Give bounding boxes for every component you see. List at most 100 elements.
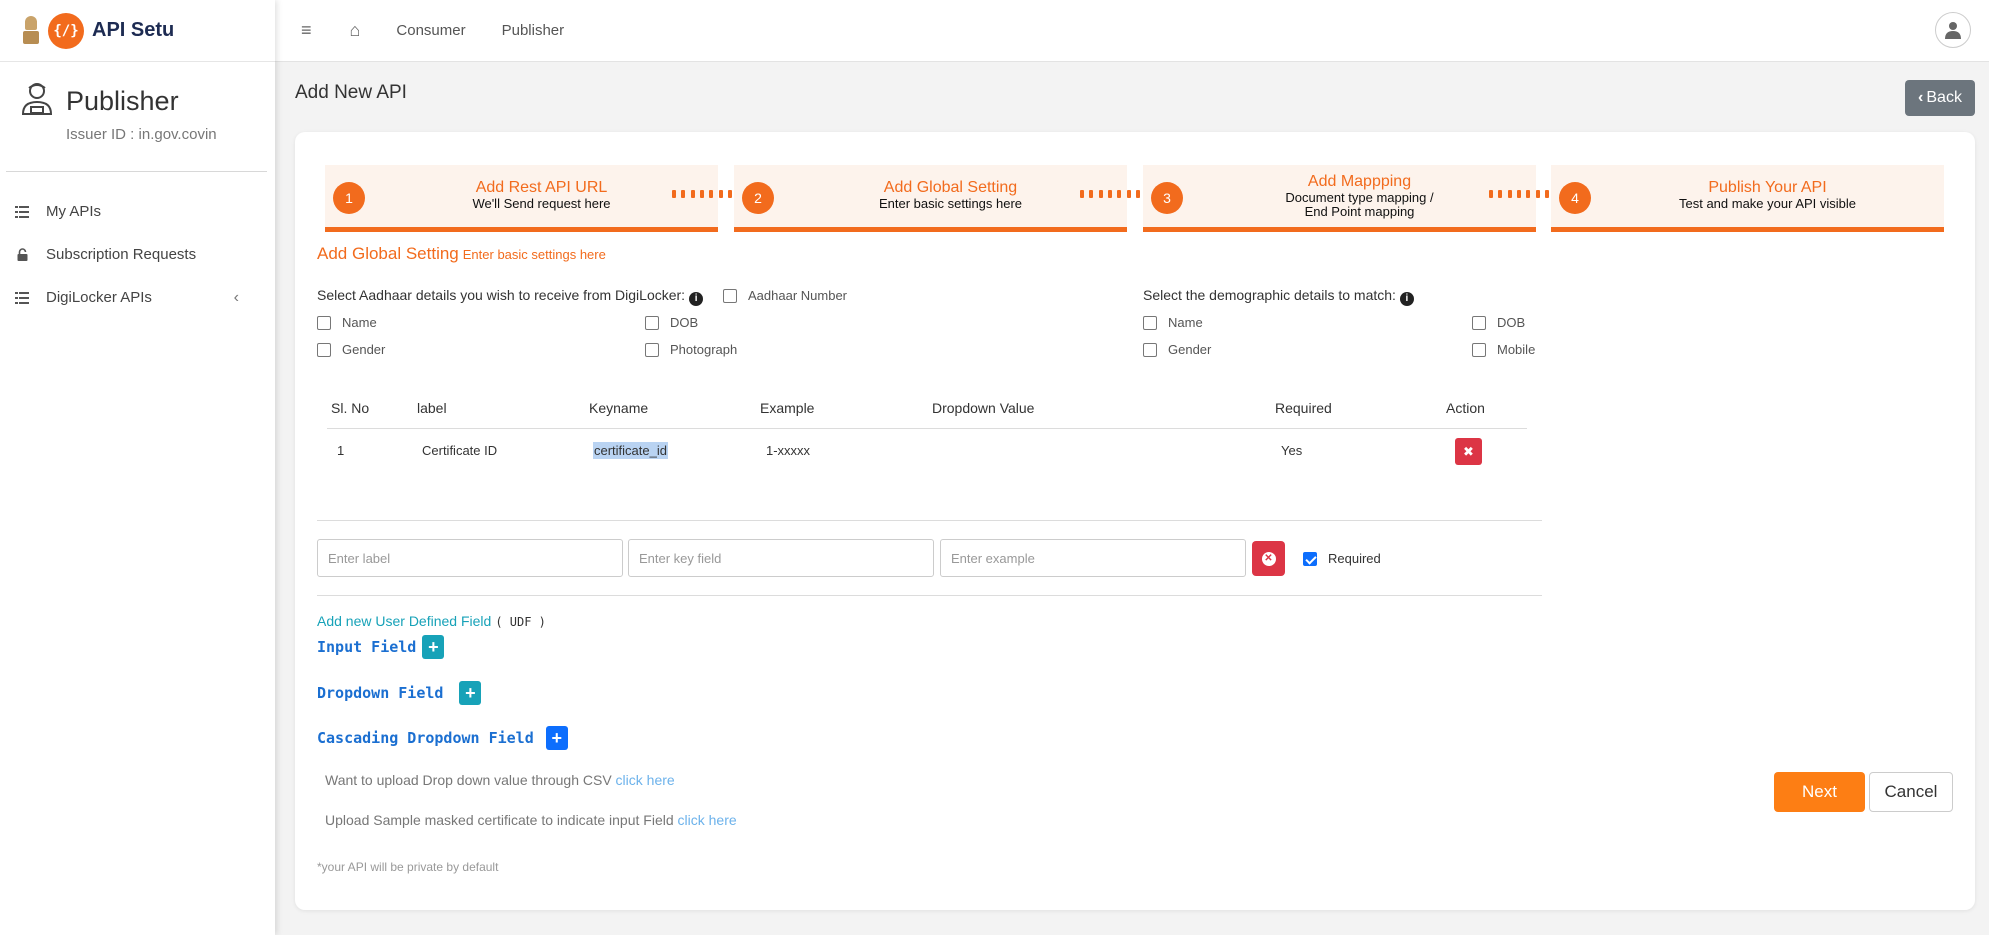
checkbox-box[interactable] — [317, 342, 331, 357]
step-number: 2 — [742, 182, 774, 214]
user-avatar-icon[interactable] — [1935, 12, 1971, 48]
sidebar-item-my-apis[interactable]: My APIs — [0, 190, 275, 233]
checkbox-box[interactable] — [317, 315, 331, 330]
step-4[interactable]: 4 Publish Your API Test and make your API… — [1551, 165, 1944, 232]
table-header-action: Action — [1446, 400, 1485, 416]
checkbox-demo-dob[interactable]: DOB — [1472, 315, 1525, 330]
menu-toggle-icon[interactable]: ≡ — [301, 20, 312, 41]
checkbox-aadhaar-name[interactable]: Name — [317, 315, 377, 330]
home-icon[interactable]: ⌂ — [350, 20, 361, 41]
sidebar: {/} API Setu Publisher Issuer ID : in.go… — [0, 0, 275, 935]
checkbox-box[interactable] — [723, 288, 737, 303]
table-header-keyname: Keyname — [589, 400, 649, 416]
checkbox-aadhaar-gender[interactable]: Gender — [317, 342, 385, 357]
add-input-field-button[interactable]: + — [422, 635, 445, 659]
demographic-label-text: Select the demographic details to match: — [1143, 287, 1396, 303]
input-field-row: Input Field + — [317, 635, 445, 659]
checkbox-aadhaar-photograph[interactable]: Photograph — [645, 342, 737, 357]
dropdown-field-row: Dropdown Field + — [317, 681, 482, 705]
checkbox-box[interactable] — [1472, 342, 1486, 357]
lock-icon — [14, 248, 30, 262]
info-icon: i — [689, 291, 704, 306]
csv-upload-note: Want to upload Drop down value through C… — [325, 772, 675, 788]
list-icon — [14, 291, 30, 305]
checkbox-box[interactable] — [645, 342, 659, 357]
step-1[interactable]: 1 Add Rest API URL We'll Send request her… — [325, 165, 718, 232]
checkbox-box[interactable] — [1472, 315, 1486, 330]
input-field-label: Input Field — [317, 638, 417, 656]
sample-upload-link[interactable]: click here — [678, 812, 737, 828]
required-checkbox[interactable]: Required — [1303, 551, 1381, 566]
key-field-input[interactable] — [628, 539, 934, 577]
table-cell-sl-no: 1 — [337, 443, 345, 458]
example-input[interactable] — [940, 539, 1246, 577]
demographic-details-label: Select the demographic details to match:… — [1143, 287, 1414, 306]
add-dropdown-field-button[interactable]: + — [459, 681, 482, 705]
api-setu-logo: {/} — [48, 12, 84, 49]
step-number: 4 — [1559, 182, 1591, 214]
cancel-button[interactable]: Cancel — [1869, 772, 1953, 812]
checkbox-label: DOB — [670, 315, 699, 330]
add-udf-link[interactable]: Add new User Defined Field( UDF ) — [317, 613, 546, 629]
checkbox-demo-name[interactable]: Name — [1143, 315, 1203, 330]
table-header-dropdown-value: Dropdown Value — [932, 400, 1035, 416]
csv-upload-text: Want to upload Drop down value through C… — [325, 772, 612, 788]
label-input[interactable] — [317, 539, 623, 577]
sidebar-nav: My APIs Subscription Requests DigiLocker… — [0, 172, 275, 319]
step-3[interactable]: 3 Add Mappping Document type mapping / End… — [1143, 165, 1536, 232]
checkbox-box[interactable] — [1143, 342, 1157, 357]
user-profile-icon — [21, 83, 53, 115]
step-connector — [672, 190, 732, 198]
chevron-left-icon[interactable]: ‹ — [234, 289, 239, 307]
checkbox-demo-mobile[interactable]: Mobile — [1472, 342, 1535, 357]
list-icon — [14, 205, 30, 219]
issuer-id: Issuer ID : in.gov.covin — [66, 126, 217, 143]
step-title: Add Mappping — [1307, 173, 1412, 190]
delete-row-button[interactable]: ✖ — [1455, 438, 1482, 465]
table-cell-example: 1-xxxxx — [766, 443, 811, 458]
required-label: Required — [1328, 551, 1381, 566]
csv-upload-link[interactable]: click here — [616, 772, 675, 788]
step-connector — [1080, 190, 1140, 198]
checkbox-box[interactable] — [1303, 551, 1317, 566]
checkbox-aadhaar-dob[interactable]: DOB — [645, 315, 698, 330]
sidebar-item-label: Subscription Requests — [46, 246, 197, 263]
brand[interactable]: {/} API Setu — [0, 0, 275, 62]
nav-link-consumer[interactable]: Consumer — [396, 22, 465, 39]
profile-section: Publisher Issuer ID : in.gov.covin — [6, 62, 267, 172]
section-title-text: Add Global Setting — [317, 244, 459, 263]
close-circle-icon: ✕ — [1261, 551, 1276, 566]
add-udf-text: Add new User Defined Field — [317, 613, 492, 629]
section-title: Add Global Setting Enter basic settings h… — [317, 244, 606, 264]
sidebar-item-label: My APIs — [46, 203, 102, 220]
top-navbar: ≡ ⌂ Consumer Publisher — [275, 0, 1989, 62]
checkbox-label: Gender — [342, 342, 386, 357]
checkbox-aadhaar-number[interactable]: Aadhaar Number — [723, 288, 847, 303]
step-subtitle-2: End Point mapping — [1304, 204, 1415, 219]
clear-field-button[interactable]: ✕ — [1252, 541, 1285, 576]
checkbox-label: Name — [1168, 315, 1203, 330]
add-cascading-dropdown-button[interactable]: + — [545, 726, 568, 750]
table-cell-label: Certificate ID — [422, 443, 498, 458]
checkbox-box[interactable] — [645, 315, 659, 330]
step-title: Add Global Setting — [883, 179, 1018, 196]
checkbox-label: Gender — [1168, 342, 1212, 357]
chevron-left-icon: ‹ — [1918, 89, 1924, 106]
checkbox-box[interactable] — [1143, 315, 1157, 330]
next-button[interactable]: Next — [1774, 772, 1865, 812]
sidebar-item-label: DigiLocker APIs — [46, 289, 152, 306]
checkbox-demo-gender[interactable]: Gender — [1143, 342, 1211, 357]
divider — [317, 520, 1542, 521]
sidebar-item-digilocker-apis[interactable]: DigiLocker APIs ‹ — [0, 276, 275, 319]
aadhaar-label-text: Select Aadhaar details you wish to recei… — [317, 287, 686, 303]
step-number: 1 — [333, 182, 365, 214]
nav-link-publisher[interactable]: Publisher — [502, 22, 565, 39]
step-subtitle: Enter basic settings here — [878, 196, 1023, 211]
sample-upload-text: Upload Sample masked certificate to indi… — [325, 812, 674, 828]
aadhaar-details-label: Select Aadhaar details you wish to recei… — [317, 287, 704, 306]
back-button[interactable]: ‹ Back — [1905, 80, 1975, 116]
cascading-dropdown-field-label: Cascading Dropdown Field — [317, 729, 534, 747]
table-cell-keyname: certificate_id — [593, 442, 668, 459]
step-2[interactable]: 2 Add Global Setting Enter basic settings… — [734, 165, 1127, 232]
sidebar-item-subscription-requests[interactable]: Subscription Requests — [0, 233, 275, 276]
